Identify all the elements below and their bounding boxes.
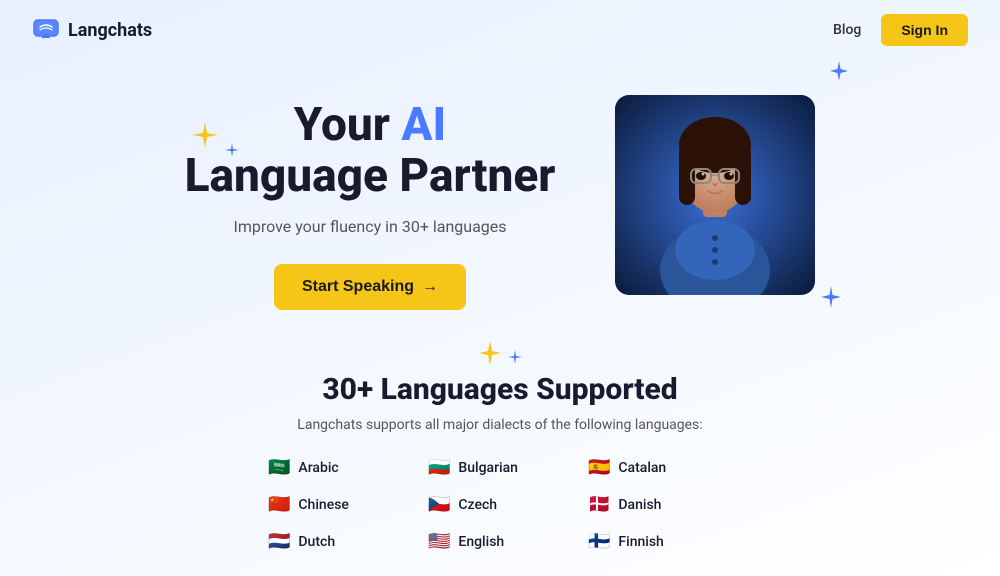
language-name: Danish: [618, 497, 661, 513]
language-name: English: [458, 534, 504, 550]
hero-title-suffix: Language Partner: [185, 149, 556, 203]
hero-section: Your AI Language Partner Improve your fl…: [0, 60, 1000, 320]
flag-icon: 🇧🇬: [428, 457, 450, 478]
flag-icon: 🇺🇸: [428, 531, 450, 552]
signin-button[interactable]: Sign In: [881, 14, 968, 46]
language-item: 🇨🇳 Chinese: [260, 490, 420, 519]
cta-arrow: →: [422, 278, 438, 296]
hero-text-block: Your AI Language Partner Improve your fl…: [185, 80, 556, 310]
logo-text: Langchats: [68, 20, 152, 41]
language-name: Bulgarian: [458, 460, 518, 476]
sparkle-icon-5: [477, 340, 503, 366]
cta-label: Start Speaking: [302, 278, 414, 296]
language-name: Dutch: [298, 534, 335, 550]
flag-icon: 🇨🇿: [428, 494, 450, 515]
logo-icon: [32, 16, 60, 44]
language-item: 🇳🇱 Dutch: [260, 527, 420, 556]
language-name: Chinese: [298, 497, 348, 513]
nav-right: Blog Sign In: [833, 14, 968, 46]
sparkle-icon-6: [507, 349, 523, 365]
blog-link[interactable]: Blog: [833, 22, 861, 38]
hero-title-prefix: Your: [294, 98, 402, 152]
flag-icon: 🇪🇸: [588, 457, 610, 478]
language-item: 🇫🇮 Finnish: [580, 527, 740, 556]
sparkle-icon-4: [819, 285, 843, 309]
language-item: 🇪🇸 Catalan: [580, 453, 740, 482]
language-name: Catalan: [618, 460, 666, 476]
language-item: 🇧🇬 Bulgarian: [420, 453, 580, 482]
navbar: Langchats Blog Sign In: [0, 0, 1000, 60]
start-speaking-button[interactable]: Start Speaking →: [274, 264, 466, 310]
flag-icon: 🇸🇦: [268, 457, 290, 478]
language-name: Finnish: [618, 534, 663, 550]
language-name: Arabic: [298, 460, 338, 476]
language-item: 🇸🇦 Arabic: [260, 453, 420, 482]
hero-subtitle: Improve your fluency in 30+ languages: [185, 217, 556, 236]
flag-icon: 🇫🇮: [588, 531, 610, 552]
sparkle-decoration-3: [828, 60, 850, 86]
languages-title: 30+ Languages Supported: [60, 372, 940, 407]
language-item: 🇩🇰 Danish: [580, 490, 740, 519]
hero-title-ai: AI: [401, 98, 446, 152]
languages-subtitle: Langchats supports all major dialects of…: [60, 417, 940, 433]
sparkle-icon-3: [828, 60, 850, 82]
hero-title: Your AI Language Partner: [185, 100, 556, 201]
language-item: 🇨🇿 Czech: [420, 490, 580, 519]
hero-image-container: [615, 95, 815, 295]
flag-icon: 🇳🇱: [268, 531, 290, 552]
sparkle-decoration-4: [819, 285, 843, 313]
logo-area: Langchats: [32, 16, 152, 44]
flag-icon: 🇩🇰: [588, 494, 610, 515]
language-item: 🇺🇸 English: [420, 527, 580, 556]
flag-icon: 🇨🇳: [268, 494, 290, 515]
sparkle-group: [477, 340, 523, 366]
languages-section: 30+ Languages Supported Langchats suppor…: [0, 320, 1000, 576]
languages-grid: 🇸🇦 Arabic 🇧🇬 Bulgarian 🇪🇸 Catalan 🇨🇳 Chinese 🇨🇿 C…: [260, 453, 740, 556]
hero-ai-image: [615, 95, 815, 295]
language-name: Czech: [458, 497, 497, 513]
ai-woman-illustration: [615, 95, 815, 295]
